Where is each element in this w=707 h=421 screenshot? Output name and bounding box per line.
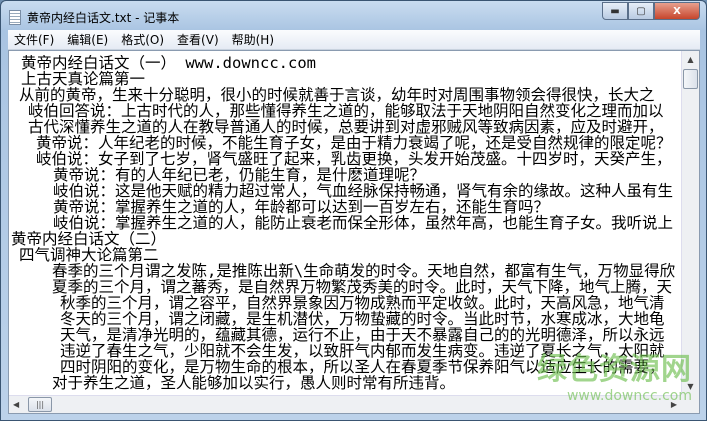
text-line: 冬天的三个月，谓之闭藏，是生机潜伏，万物蛰藏的时令。当此时节，水寒成冰，大地龟 — [60, 310, 665, 328]
text-line: 上古天真论篇第一 — [21, 70, 146, 88]
menu-help[interactable]: 帮助(H) — [226, 31, 281, 48]
vertical-scrollbar[interactable]: ▲ ▼ — [681, 51, 699, 395]
scroll-up-arrow-icon[interactable]: ▲ — [682, 51, 699, 68]
text-line: 岐伯说：这是他天赋的精力超过常人，气血经脉保持畅通，肾气有余的缘故。这种人虽有生 — [53, 182, 674, 200]
menu-format[interactable]: 格式(O) — [115, 31, 171, 48]
scroll-right-arrow-icon[interactable]: ▶ — [671, 396, 677, 413]
horizontal-scroll-thumb[interactable]: ||| — [28, 397, 52, 412]
text-line: 对于养生之道，圣人能够加以实行，愚人则时常有所违背。 — [52, 374, 456, 392]
text-content[interactable]: 黄帝内经白话文（一） www.downcc.com 上古天真论篇第一 从前的黄帝，生… — [9, 55, 681, 395]
text-line: 夏季的三个月，谓之蕃秀，是自然界万物繁茂秀美的时令。此时，天气下降，地气上腾，天 — [52, 278, 673, 296]
size-grip[interactable] — [681, 395, 699, 413]
title-bar: 黄帝内经白话文.txt - 记事本 — [9, 7, 179, 27]
text-line: 黄帝内经白话文（一） www.downcc.com — [21, 55, 316, 72]
horizontal-scrollbar[interactable]: ◀ ||| ▶ — [9, 395, 681, 413]
vertical-scroll-thumb[interactable] — [683, 69, 698, 89]
text-line: 黄帝说：人年纪老的时候，不能生育子女，是由于精力衰竭了呢，还是受自然规律的限定呢… — [36, 134, 672, 152]
minimize-button[interactable]: ▬ — [602, 2, 628, 20]
text-line: 从前的黄帝，生来十分聪明，很小的时候就善于言谈，幼年时对周围事物领会得很快，长大… — [19, 86, 655, 104]
menu-bar: 文件(F) 编辑(E) 格式(O) 查看(V) 帮助(H) — [8, 30, 700, 50]
scroll-down-arrow-icon[interactable]: ▼ — [682, 378, 699, 395]
text-line: 春季的三个月谓之发陈,是推陈出新\生命萌发的时令。天地自然，都富有生气，万物显得… — [52, 262, 676, 280]
menu-edit[interactable]: 编辑(E) — [61, 31, 115, 48]
notepad-window: 黄帝内经白话文.txt - 记事本 ▬ ▢ X 文件(F) 编辑(E) 格式(O… — [0, 0, 707, 421]
text-line: 违逆了春生之气，少阳就不会生发，以致肝气内郁而发生病变。违逆了夏长之气，太阳就 — [60, 342, 665, 360]
close-button[interactable]: X — [654, 2, 700, 20]
text-line: 岐伯回答说：上古时代的人，那些懂得养生之道的，能够取法于天地阴阳自然变化之理而加… — [28, 102, 664, 120]
text-line: 四气调神大论篇第二 — [19, 246, 159, 264]
text-line: 黄帝内经白话文（二） — [11, 230, 167, 248]
menu-view[interactable]: 查看(V) — [171, 31, 226, 48]
menu-file[interactable]: 文件(F) — [8, 31, 61, 48]
text-line: 岐伯说：掌握养生之道的人，能防止衰老而保全形体，虽然年高，也能生育子女。我听说上 — [53, 214, 674, 232]
scroll-left-arrow-icon[interactable]: ◀ — [13, 396, 19, 413]
maximize-button[interactable]: ▢ — [628, 2, 654, 20]
text-line: 岐伯说：女子到了七岁，肾气盛旺了起来，乳齿更换，头发开始茂盛。十四岁时，天癸产生… — [36, 150, 672, 168]
text-line: 古代深懂养生之道的人在教导普通人的时候，总要讲到对虚邪贼风等致病因素，应及时避开… — [28, 118, 664, 136]
text-line: 天气，是清净光明的，蕴藏其德，运行不止，由于天不暴露自己的的光明德泽，所以永远 — [60, 326, 665, 344]
text-line: 四时阴阳的变化，是万物生命的根本，所以圣人在春夏季节保养阳气以适应生长的需要， — [60, 358, 665, 376]
text-line: 秋季的三个月，谓之容平，自然界景象因万物成熟而平定收敛。此时，天高风急，地气清 — [60, 294, 665, 312]
window-title: 黄帝内经白话文.txt - 记事本 — [27, 10, 180, 25]
notepad-icon — [9, 9, 21, 25]
text-line: 黄帝说：有的人年纪已老，仍能生育，是什麽道理呢？ — [53, 166, 426, 184]
text-editor[interactable]: 黄帝内经白话文（一） www.downcc.com 上古天真论篇第一 从前的黄帝，生… — [8, 50, 700, 414]
text-line: 黄帝说：掌握养生之道的人，年龄都可以达到一百岁左右，还能生育吗？ — [53, 198, 550, 216]
